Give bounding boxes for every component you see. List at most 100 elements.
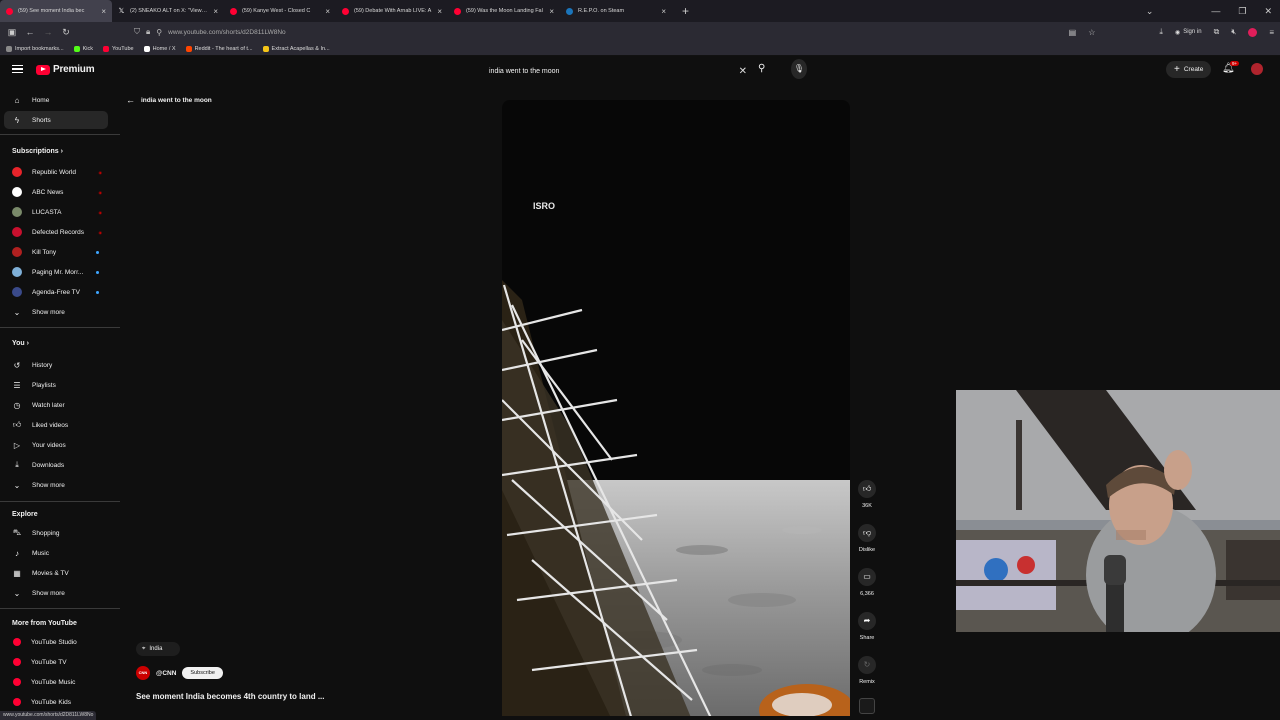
sidebar-item-abc-news[interactable]: ABC News ◉	[4, 183, 108, 201]
account-avatar[interactable]	[1251, 63, 1263, 75]
sidebar-item-kill-tony[interactable]: Kill Tony	[4, 243, 108, 261]
home-icon: ⌂	[14, 95, 20, 105]
sidebar-item-paging-mr-morr[interactable]: Paging Mr. Morr...	[4, 263, 108, 281]
back-button[interactable]: ←	[21, 27, 39, 37]
bookmark-favicon-icon	[103, 45, 109, 52]
sidebar-item-lucasta[interactable]: LUCASTA ◉	[4, 203, 108, 221]
bookmark-item[interactable]: Extract Acapellas & In...	[262, 45, 330, 52]
browser-tab[interactable]: (59) Kanye West - Closed C ×	[224, 0, 336, 22]
close-tab-icon[interactable]: ×	[437, 7, 442, 16]
sound-thumbnail-icon	[859, 698, 875, 714]
close-tab-icon[interactable]: ×	[213, 7, 218, 16]
close-window-button[interactable]: ✕	[1264, 6, 1272, 17]
reader-view-icon[interactable]: ▤	[1069, 28, 1077, 37]
search-input[interactable]: india went to the moon ✕	[482, 63, 752, 79]
chevron-right-icon: ›	[26, 340, 29, 347]
arrow-left-icon[interactable]: ←	[126, 95, 135, 105]
mute-tab-icon[interactable]: 🔇︎	[1231, 27, 1236, 37]
downloads-icon[interactable]: ⤓	[1159, 27, 1163, 37]
you-show-more[interactable]: ⌄ Show more	[4, 476, 108, 494]
sidebar-item-playlists[interactable]: ☰ Playlists	[4, 376, 108, 394]
sidebar-item-youtube-tv[interactable]: YouTube TV	[4, 653, 108, 671]
browser-tab[interactable]: (59) See moment India bec ×	[0, 0, 112, 22]
sidebar-divider	[0, 608, 120, 609]
reload-button[interactable]: ↻	[57, 27, 75, 38]
subscriptions-heading[interactable]: Subscriptions ›	[12, 148, 63, 155]
browser-tab[interactable]: 𝕏 (2) SNEAKO ALT on X: "Viewbot ×	[112, 0, 224, 22]
sidebar-item-liked-videos[interactable]: 👍︎ Liked videos	[4, 416, 108, 434]
sidebar-item-shorts[interactable]: ϟ Shorts	[4, 111, 108, 129]
sidebar-item-music[interactable]: ♪ Music	[4, 544, 108, 562]
dislike-button[interactable]: 👎︎ Dislike	[855, 524, 879, 553]
close-tab-icon[interactable]: ×	[325, 7, 330, 16]
sign-in-button[interactable]: ◉ Sign in	[1175, 29, 1202, 36]
sidebar-toggle-icon[interactable]: ▣	[3, 27, 21, 38]
webcam-feed	[956, 390, 1280, 632]
sidebar-item-youtube-kids[interactable]: YouTube Kids	[4, 693, 108, 711]
channel-avatar[interactable]: CNN	[136, 666, 150, 680]
browser-tab[interactable]: (59) Was the Moon Landing Fal ×	[448, 0, 560, 22]
live-indicator-icon: ◉	[98, 189, 103, 195]
sidebar-item-movies-tv[interactable]: ▦ Movies & TV	[4, 564, 108, 582]
menu-icon[interactable]: ≡	[1269, 28, 1274, 37]
shorts-video-player[interactable]: ISRO	[502, 100, 850, 716]
sidebar-item-republic-world[interactable]: Republic World ◉	[4, 163, 108, 181]
sidebar-item-agenda-free-tv[interactable]: Agenda-Free TV	[4, 283, 108, 301]
bookmark-item[interactable]: Home / X	[143, 45, 176, 52]
comments-button[interactable]: ▭ 6,366	[855, 568, 879, 597]
shorts-icon: ϟ	[14, 115, 20, 125]
video-title[interactable]: See moment India becomes 4th country to …	[136, 692, 324, 701]
explore-show-more[interactable]: ⌄ Show more	[4, 584, 108, 602]
browser-tab[interactable]: (59) Debate With Arnab LIVE: A ×	[336, 0, 448, 22]
clear-search-icon[interactable]: ✕	[739, 66, 747, 77]
browser-tab[interactable]: R.E.P.O. on Steam ×	[560, 0, 672, 22]
sidebar-item-youtube-studio[interactable]: YouTube Studio	[4, 633, 108, 651]
location-chip[interactable]: ⌖ India	[136, 642, 180, 656]
sound-thumbnail-button[interactable]	[855, 698, 879, 714]
new-tab-button[interactable]: +	[672, 4, 699, 18]
sidebar-item-defected-records[interactable]: Defected Records ◉	[4, 223, 108, 241]
maximize-button[interactable]: ❐	[1238, 6, 1246, 17]
youtube-premium-logo[interactable]: Premium	[36, 64, 95, 75]
url-text[interactable]: www.youtube.com/shorts/d2D811LW8No	[168, 29, 286, 36]
sidebar-item-home[interactable]: ⌂ Home	[4, 91, 108, 109]
search-icon[interactable]: ⚲	[758, 63, 765, 74]
like-button[interactable]: 👍︎ 36K	[855, 480, 879, 509]
close-tab-icon[interactable]: ×	[661, 7, 666, 16]
sidebar-item-history[interactable]: ↺ History	[4, 356, 108, 374]
bookmark-item[interactable]: YouTube	[103, 45, 134, 52]
sidebar-item-shopping[interactable]: ⛍ Shopping	[4, 524, 108, 542]
tab-list-icon[interactable]: ⌄	[1146, 6, 1154, 17]
steam-favicon-icon	[566, 7, 573, 15]
profile-avatar[interactable]	[1248, 27, 1258, 37]
forward-button[interactable]: →	[39, 27, 57, 37]
share-button[interactable]: ➦ Share	[855, 612, 879, 641]
permissions-icon[interactable]: ⚲	[156, 28, 162, 37]
lock-icon[interactable]: 🔒︎	[146, 27, 150, 37]
remix-button[interactable]: ↻ Remix	[855, 656, 879, 685]
bookmark-item[interactable]: Import bookmarks...	[6, 45, 64, 52]
shield-icon[interactable]: ⛉	[134, 27, 140, 37]
close-tab-icon[interactable]: ×	[549, 7, 554, 16]
sidebar-item-watch-later[interactable]: ◷ Watch later	[4, 396, 108, 414]
sidebar-item-youtube-music[interactable]: YouTube Music	[4, 673, 108, 691]
hamburger-menu-icon[interactable]	[12, 65, 23, 73]
close-tab-icon[interactable]: ×	[101, 7, 106, 16]
minimize-button[interactable]: —	[1211, 6, 1220, 16]
bookmark-item[interactable]: Reddit - The heart of t...	[185, 45, 253, 52]
create-button[interactable]: + Create	[1166, 61, 1212, 78]
bookmark-item[interactable]: Kick	[73, 45, 93, 52]
browser-tab-bar: (59) See moment India bec × 𝕏 (2) SNEAKO AL…	[0, 0, 1280, 22]
webcam-overlay	[956, 390, 1280, 632]
subscribe-button[interactable]: Subscribe	[182, 667, 223, 679]
you-heading[interactable]: You ›	[12, 340, 29, 347]
sidebar-item-your-videos[interactable]: ▷ Your videos	[4, 436, 108, 454]
voice-search-icon[interactable]: 🎙︎	[791, 59, 807, 79]
sidebar-item-downloads[interactable]: ⤓ Downloads	[4, 456, 108, 474]
extensions-icon[interactable]: ⧉	[1214, 27, 1220, 37]
url-bar[interactable]: ⛉ 🔒︎ ⚲ www.youtube.com/shorts/d2D811LW8N…	[134, 24, 1084, 40]
shorts-back-row[interactable]: ← india went to the moon	[126, 95, 212, 105]
bookmark-star-icon[interactable]: ☆	[1088, 28, 1095, 37]
channel-name[interactable]: @CNN	[156, 670, 176, 677]
subscriptions-show-more[interactable]: ⌄ Show more	[4, 303, 108, 321]
